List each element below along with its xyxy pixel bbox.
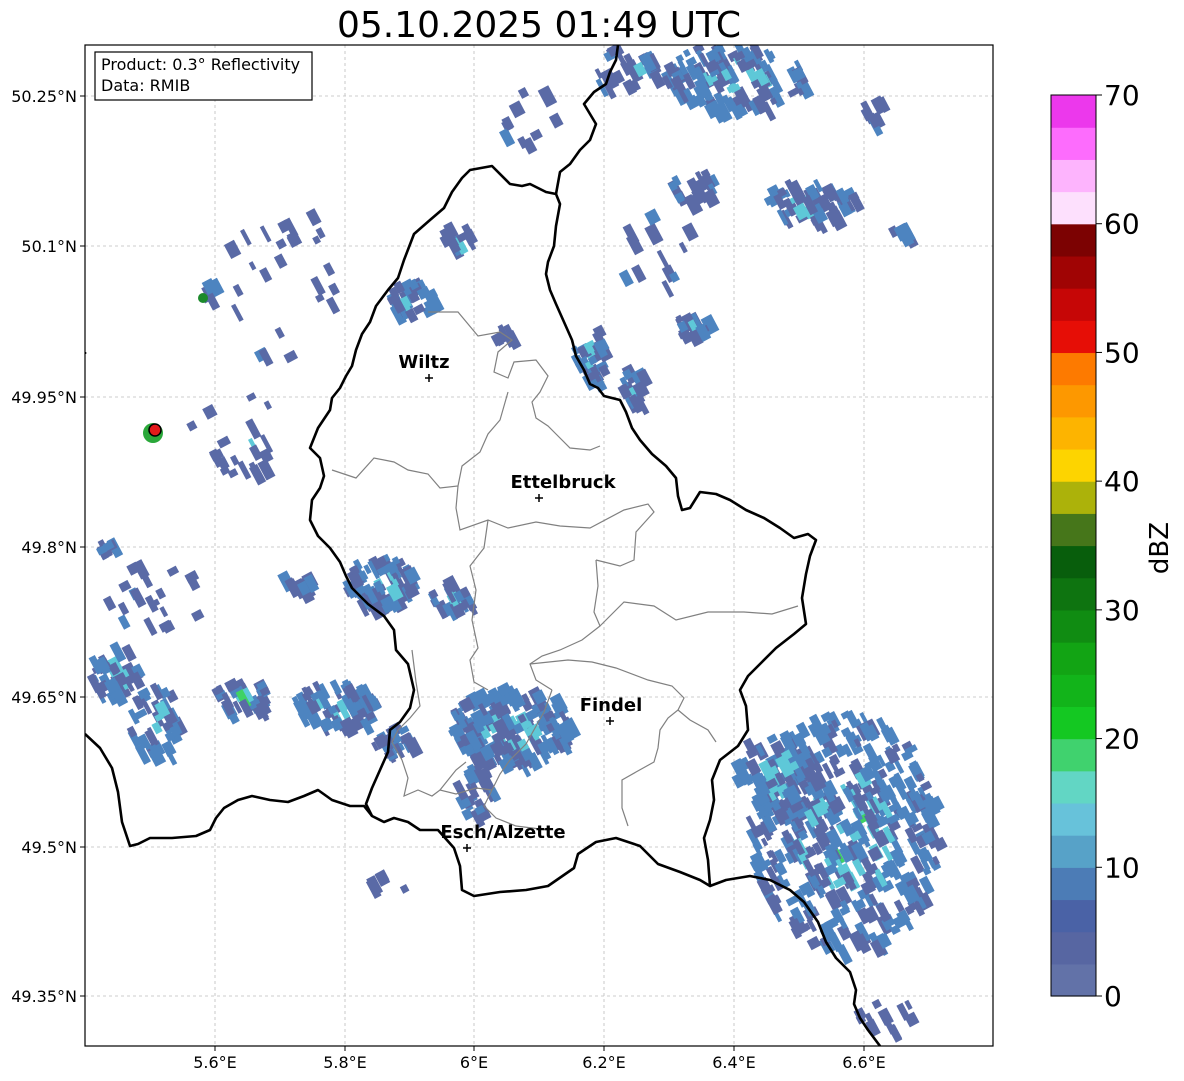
colorbar-swatch xyxy=(1051,963,1096,997)
colorbar-tick-label: 30 xyxy=(1104,594,1140,627)
colorbar-swatch xyxy=(1051,159,1096,193)
colorbar-tick-label: 40 xyxy=(1104,465,1140,498)
colorbar-swatch xyxy=(1051,191,1096,225)
colorbar-swatch xyxy=(1051,223,1096,257)
colorbar-swatch xyxy=(1051,95,1096,128)
colorbar-swatch xyxy=(1051,127,1096,160)
colorbar-swatch xyxy=(1051,320,1096,354)
colorbar: 0 10 20 30 40 50 60 70 dBZ xyxy=(1050,79,1175,1013)
colorbar-swatch xyxy=(1051,481,1096,514)
colorbar-swatch xyxy=(1051,513,1096,547)
colorbar-swatch xyxy=(1051,384,1096,418)
colorbar-tick-label: 60 xyxy=(1104,208,1140,241)
colorbar-swatch xyxy=(1051,545,1096,579)
colorbar-label: dBZ xyxy=(1145,522,1175,574)
colorbar-tick-label: 20 xyxy=(1104,723,1140,756)
colorbar-tick-label: 70 xyxy=(1104,79,1140,112)
colorbar-ticks: 0 10 20 30 40 50 60 70 xyxy=(1096,79,1140,1013)
colorbar-swatch xyxy=(1051,642,1096,675)
colorbar-tick-label: 0 xyxy=(1104,980,1122,1013)
colorbar-swatches xyxy=(1051,95,1096,997)
colorbar-swatch xyxy=(1051,352,1096,386)
colorbar-swatch xyxy=(1051,899,1096,933)
colorbar-tick-label: 50 xyxy=(1104,336,1140,369)
colorbar-swatch xyxy=(1051,931,1096,965)
colorbar-swatch xyxy=(1051,770,1096,804)
colorbar-swatch xyxy=(1051,738,1096,772)
colorbar-swatch xyxy=(1051,867,1096,901)
colorbar-swatch xyxy=(1051,255,1096,289)
colorbar-swatch xyxy=(1051,802,1096,836)
colorbar-swatch xyxy=(1051,835,1096,868)
colorbar-swatch xyxy=(1051,706,1096,740)
colorbar-swatch xyxy=(1051,448,1096,482)
colorbar-swatch xyxy=(1051,674,1096,707)
colorbar-swatch xyxy=(1051,416,1096,450)
colorbar-tick-label: 10 xyxy=(1104,851,1140,884)
colorbar-swatch xyxy=(1051,288,1096,321)
colorbar-swatch xyxy=(1051,609,1096,643)
colorbar-swatch xyxy=(1051,577,1096,611)
